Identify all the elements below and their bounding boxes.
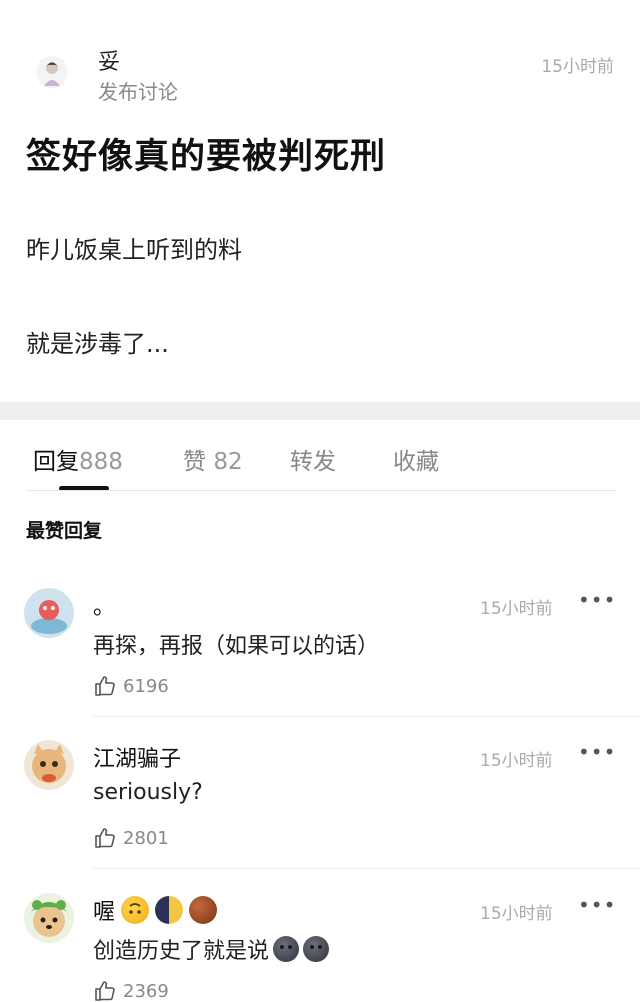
comment-timestamp: 15小时前 xyxy=(480,751,553,771)
post-timestamp: 15小时前 xyxy=(541,57,614,77)
commenter-avatar[interactable] xyxy=(24,893,74,943)
commenter-name-text: 江湖骗子 xyxy=(93,747,182,772)
thumbs-up-icon xyxy=(95,981,115,1001)
upside-down-face-emoji xyxy=(121,896,150,924)
comment-timestamp: 15小时前 xyxy=(480,904,553,924)
like-button[interactable]: 2801 xyxy=(93,826,169,850)
comment-item: 喔 15小时前 ••• 创造历史了就是说 2369 xyxy=(0,893,640,1002)
author-name[interactable]: 妥 xyxy=(98,44,120,76)
like-button[interactable]: 2369 xyxy=(93,979,169,1002)
tab-label: 回复 xyxy=(33,449,79,475)
tab-label: 收藏 xyxy=(393,449,439,475)
comment-text-content: 再探，再报（如果可以的话） xyxy=(93,634,380,659)
comment-item: 江湖骗子 15小时前 ••• seriously? 2801 xyxy=(0,740,640,890)
post-body-line: 昨儿饭桌上听到的料 xyxy=(26,236,242,264)
thumbs-up-icon xyxy=(95,676,115,696)
more-dots-icon[interactable]: ••• xyxy=(578,588,616,612)
like-count: 6196 xyxy=(123,675,169,697)
post-body-line: 就是涉毒了... xyxy=(26,330,169,358)
commenter-name-text: 。 xyxy=(93,595,116,620)
new-moon-face-emoji xyxy=(273,936,300,962)
commenter-name-text: 喔 xyxy=(93,900,116,925)
commenter-name[interactable]: 。 xyxy=(93,590,115,620)
commenter-avatar[interactable] xyxy=(24,588,74,638)
divider xyxy=(26,490,616,491)
author-avatar[interactable] xyxy=(36,56,68,88)
post-title: 签好像真的要被判死刑 xyxy=(26,137,387,177)
like-count: 2369 xyxy=(123,980,169,1002)
crescent-moon-face-emoji xyxy=(155,896,184,924)
tab-reposts[interactable]: 转发 xyxy=(290,442,336,476)
section-title: 最赞回复 xyxy=(26,520,103,542)
tab-bar: 回复888 赞 82 转发 收藏 xyxy=(0,420,640,492)
comment-text-content: 创造历史了就是说 xyxy=(93,939,270,964)
tab-replies[interactable]: 回复888 xyxy=(33,442,123,476)
thumbs-up-icon xyxy=(95,828,115,848)
tab-label: 赞 xyxy=(183,449,206,475)
comment-text: 再探，再报（如果可以的话） xyxy=(93,628,379,660)
new-moon-face-emoji xyxy=(303,936,330,962)
commenter-name[interactable]: 江湖骗子 xyxy=(93,742,181,772)
comment-timestamp: 15小时前 xyxy=(480,599,553,619)
divider xyxy=(93,868,640,869)
tab-favorites[interactable]: 收藏 xyxy=(393,442,439,476)
post-header: 妥 发布讨论 15小时前 xyxy=(0,0,640,110)
divider xyxy=(93,716,640,717)
comment-text: 创造历史了就是说 xyxy=(93,933,330,965)
more-dots-icon[interactable]: ••• xyxy=(578,740,616,764)
more-dots-icon[interactable]: ••• xyxy=(578,893,616,917)
comment-text: seriously? xyxy=(93,780,203,805)
post-action-label: 发布讨论 xyxy=(98,80,178,104)
tab-label: 转发 xyxy=(290,449,336,475)
chestnut-emoji xyxy=(189,896,218,924)
tab-count: 888 xyxy=(79,449,123,475)
like-button[interactable]: 6196 xyxy=(93,674,169,698)
commenter-avatar[interactable] xyxy=(24,740,74,790)
commenter-name[interactable]: 喔 xyxy=(93,895,218,925)
like-count: 2801 xyxy=(123,827,169,849)
section-separator xyxy=(0,402,640,420)
tab-likes[interactable]: 赞 82 xyxy=(183,442,243,476)
comment-text-content: seriously? xyxy=(93,780,203,805)
tab-count: 82 xyxy=(213,449,243,475)
comment-item: 。 15小时前 ••• 再探，再报（如果可以的话） 6196 xyxy=(0,588,640,738)
